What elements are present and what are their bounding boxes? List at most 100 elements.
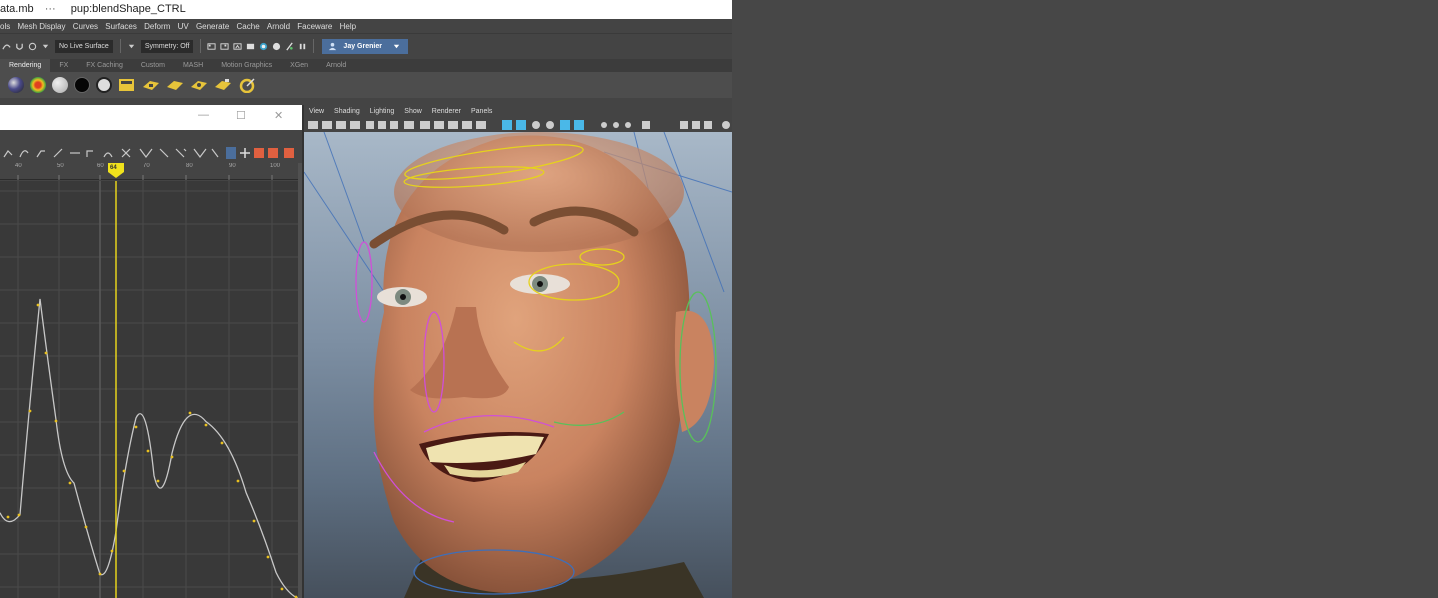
anti-aliasing-icon[interactable] xyxy=(613,122,619,128)
render-sequence-icon[interactable] xyxy=(220,42,229,51)
render-view-icon[interactable] xyxy=(272,42,281,51)
key-point[interactable] xyxy=(156,479,160,483)
tab-fx-caching[interactable]: FX Caching xyxy=(77,59,132,72)
select-camera-icon[interactable] xyxy=(308,121,318,129)
lambert-grey-icon[interactable] xyxy=(52,77,68,93)
move-icon[interactable] xyxy=(240,148,250,158)
isolate-select-icon[interactable] xyxy=(642,121,650,129)
linear-tangent-icon[interactable] xyxy=(53,148,63,158)
denormalize-icon[interactable] xyxy=(268,148,278,158)
chevron-down-icon[interactable] xyxy=(127,42,136,51)
ipr-render-icon[interactable] xyxy=(233,42,242,51)
key-point[interactable] xyxy=(170,455,174,459)
smooth-shade-icon[interactable] xyxy=(516,120,526,130)
viewport-menu-renderer[interactable]: Renderer xyxy=(427,105,466,118)
key-point[interactable] xyxy=(110,549,114,553)
auto-frame-icon[interactable] xyxy=(226,147,236,159)
tab-mash[interactable]: MASH xyxy=(174,59,212,72)
key-point[interactable] xyxy=(134,425,138,429)
backface-culling-icon[interactable] xyxy=(704,121,712,129)
live-surface-field[interactable]: No Live Surface xyxy=(55,39,113,53)
step-tangent-icon[interactable] xyxy=(86,150,93,157)
gear-icon[interactable] xyxy=(722,121,730,129)
snap-live-icon[interactable] xyxy=(28,42,37,51)
menu-surfaces[interactable]: Surfaces xyxy=(105,19,137,34)
perspective-viewport[interactable] xyxy=(304,132,732,598)
screen-space-ao-icon[interactable] xyxy=(574,120,584,130)
weighted-tangent-icon[interactable] xyxy=(193,148,207,158)
buffer-curve-icon[interactable] xyxy=(211,148,219,158)
textured-icon[interactable] xyxy=(532,121,540,129)
tab-fx[interactable]: FX xyxy=(50,59,77,72)
ramp-shader-icon[interactable] xyxy=(30,77,46,93)
tab-arnold[interactable]: Arnold xyxy=(317,59,355,72)
key-point[interactable] xyxy=(236,479,240,483)
tab-rendering[interactable]: Rendering xyxy=(0,59,51,72)
hypershade-icon[interactable] xyxy=(259,42,268,51)
key-point[interactable] xyxy=(44,351,48,355)
viewport-menu-panels[interactable]: Panels xyxy=(466,105,497,118)
unify-tangent-icon[interactable] xyxy=(139,148,153,158)
bookmarks-icon[interactable] xyxy=(336,121,346,129)
wireframe-icon[interactable] xyxy=(502,120,512,130)
skydome-light-icon[interactable] xyxy=(238,77,256,93)
grease-pencil-icon[interactable] xyxy=(476,121,486,129)
menu-cache[interactable]: Cache xyxy=(237,19,260,34)
plateau-tangent-icon[interactable] xyxy=(103,152,113,158)
key-point[interactable] xyxy=(266,555,270,559)
close-icon[interactable]: ✕ xyxy=(274,109,283,122)
symmetry-field[interactable]: Symmetry: Off xyxy=(140,39,194,53)
gate-mask-icon[interactable] xyxy=(404,121,414,129)
xray-icon[interactable] xyxy=(680,121,688,129)
film-gate-icon[interactable] xyxy=(378,121,386,129)
key-point[interactable] xyxy=(36,303,40,307)
key-point[interactable] xyxy=(204,423,208,427)
break-tangent-icon[interactable] xyxy=(121,148,131,158)
menu-mesh-display[interactable]: Mesh Display xyxy=(17,19,65,34)
render-frame-icon[interactable] xyxy=(118,77,136,93)
spline-tangent-icon[interactable] xyxy=(19,150,29,158)
key-point[interactable] xyxy=(54,419,58,423)
maximize-icon[interactable]: ☐ xyxy=(236,109,246,122)
menu-tools[interactable]: ols xyxy=(0,19,10,34)
key-point[interactable] xyxy=(68,481,72,485)
menu-faceware[interactable]: Faceware xyxy=(297,19,332,34)
spot-light-icon[interactable] xyxy=(166,77,184,93)
graph-view[interactable] xyxy=(0,181,298,598)
key-point[interactable] xyxy=(280,587,284,591)
key-tangent-icon[interactable] xyxy=(3,150,13,158)
key-point[interactable] xyxy=(220,441,224,445)
blinn-shader-icon[interactable] xyxy=(8,77,24,93)
pause-icon[interactable] xyxy=(298,42,307,51)
grid-icon[interactable] xyxy=(366,121,374,129)
xray-joints-icon[interactable] xyxy=(692,121,700,129)
animation-curve[interactable] xyxy=(0,298,298,598)
stacked-curves-icon[interactable] xyxy=(284,148,294,158)
key-point[interactable] xyxy=(6,515,10,519)
snap-curve-icon[interactable] xyxy=(2,42,11,51)
field-chart-icon[interactable] xyxy=(420,121,430,129)
key-point[interactable] xyxy=(17,513,21,517)
key-point[interactable] xyxy=(146,449,150,453)
viewport-menu-shading[interactable]: Shading xyxy=(329,105,365,118)
pan-zoom-icon[interactable] xyxy=(462,121,472,129)
magnet-icon[interactable] xyxy=(15,42,24,51)
lock-weight-icon[interactable] xyxy=(175,148,187,158)
camera-attributes-icon[interactable] xyxy=(322,121,332,129)
menu-uv[interactable]: UV xyxy=(178,19,189,34)
use-all-lights-icon[interactable] xyxy=(546,121,554,129)
normalize-icon[interactable] xyxy=(254,148,264,158)
viewport-menu-lighting[interactable]: Lighting xyxy=(365,105,400,118)
tab-xgen[interactable]: XGen xyxy=(281,59,317,72)
light-editor-icon[interactable] xyxy=(285,41,294,51)
time-ruler[interactable]: 40 50 60 70 80 90 100 64 xyxy=(0,163,298,180)
white-shader-icon[interactable] xyxy=(96,77,112,93)
safe-title-icon[interactable] xyxy=(448,121,458,129)
area-light-icon[interactable] xyxy=(190,77,208,93)
minimize-icon[interactable]: — xyxy=(198,109,209,121)
viewport-menu-view[interactable]: View xyxy=(304,105,329,118)
key-point[interactable] xyxy=(122,469,126,473)
key-point[interactable] xyxy=(188,411,192,415)
point-light-icon[interactable] xyxy=(214,77,232,93)
depth-of-field-icon[interactable] xyxy=(625,122,631,128)
